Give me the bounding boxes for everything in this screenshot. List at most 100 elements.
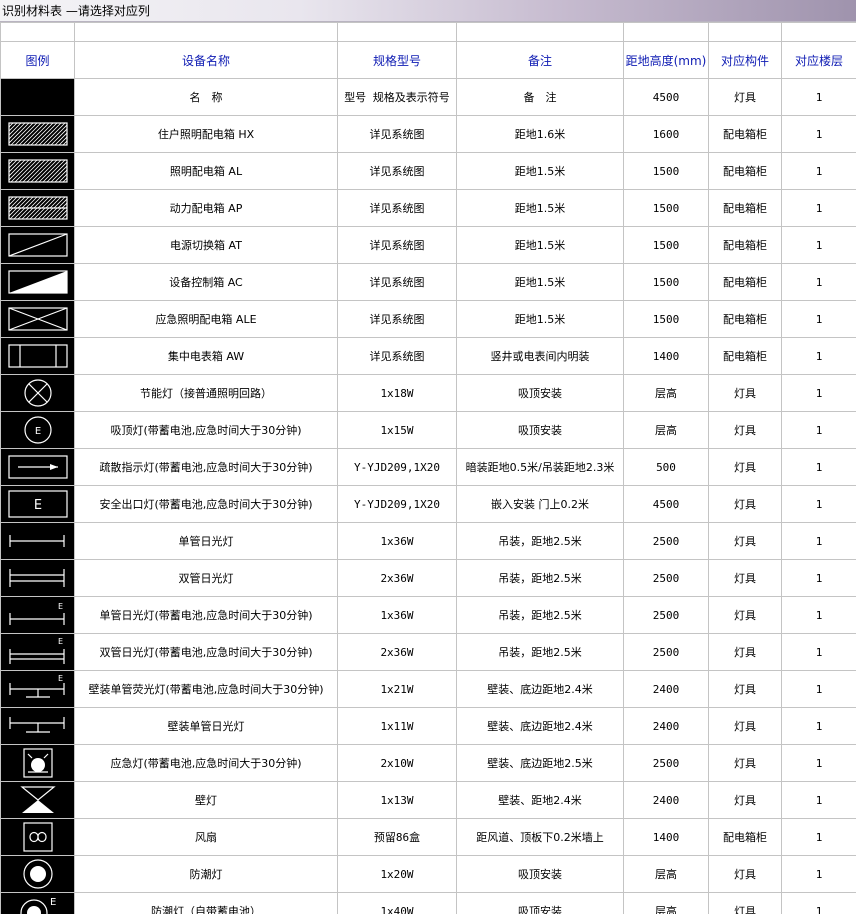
floor-cell[interactable]: 1 [781, 115, 856, 153]
remarks-cell[interactable]: 距地1.5米 [456, 226, 624, 264]
spec-cell[interactable]: 1x21W [337, 670, 457, 708]
height-cell[interactable]: 2400 [623, 670, 709, 708]
device-name-cell[interactable]: 应急照明配电箱 ALE [74, 300, 338, 338]
height-cell[interactable]: 2500 [623, 596, 709, 634]
legend-cell[interactable] [0, 448, 75, 486]
spec-cell[interactable]: 详见系统图 [337, 189, 457, 227]
device-name-cell[interactable]: 节能灯（接普通照明回路） [74, 374, 338, 412]
device-name-cell[interactable]: 设备控制箱 AC [74, 263, 338, 301]
column-selector-cell[interactable] [708, 22, 782, 42]
table-row[interactable]: 壁装单管日光灯 1x11W 壁装、底边距地2.4米 2400 灯具 1 [0, 707, 856, 745]
component-cell[interactable]: 配电箱柜 [708, 152, 782, 190]
component-cell[interactable]: 灯具 [708, 596, 782, 634]
component-cell[interactable]: 配电箱柜 [708, 226, 782, 264]
table-row[interactable]: 照明配电箱 AL 详见系统图 距地1.5米 1500 配电箱柜 1 [0, 152, 856, 190]
floor-cell[interactable]: 1 [781, 855, 856, 893]
spec-cell[interactable]: Y-YJD209,1X20 [337, 485, 457, 523]
legend-cell[interactable] [0, 300, 75, 338]
height-cell[interactable]: 1400 [623, 337, 709, 375]
legend-cell[interactable] [0, 115, 75, 153]
component-cell[interactable]: 配电箱柜 [708, 189, 782, 227]
floor-cell[interactable]: 1 [781, 189, 856, 227]
table-row[interactable]: 风扇 预留86盒 距风道、顶板下0.2米墙上 1400 配电箱柜 1 [0, 818, 856, 856]
height-cell[interactable]: 2500 [623, 744, 709, 782]
legend-cell[interactable]: E [0, 892, 75, 914]
floor-cell[interactable]: 1 [781, 374, 856, 412]
remarks-cell[interactable]: 竖井或电表间内明装 [456, 337, 624, 375]
column-selector-cell[interactable] [337, 22, 457, 42]
floor-cell[interactable]: 1 [781, 559, 856, 597]
legend-cell[interactable] [0, 522, 75, 560]
remarks-cell[interactable]: 备 注 [456, 78, 624, 116]
height-cell[interactable]: 2500 [623, 559, 709, 597]
component-cell[interactable]: 灯具 [708, 781, 782, 819]
height-cell[interactable]: 2500 [623, 522, 709, 560]
floor-cell[interactable]: 1 [781, 633, 856, 671]
legend-cell[interactable] [0, 189, 75, 227]
component-cell[interactable]: 灯具 [708, 707, 782, 745]
legend-cell[interactable] [0, 78, 75, 116]
remarks-cell[interactable]: 吊装，距地2.5米 [456, 559, 624, 597]
remarks-cell[interactable]: 吸顶安装 [456, 411, 624, 449]
height-cell[interactable]: 2400 [623, 781, 709, 819]
device-name-cell[interactable]: 安全出口灯(带蓄电池,应急时间大于30分钟) [74, 485, 338, 523]
header-height[interactable]: 距地高度(mm) [623, 41, 709, 79]
table-row[interactable]: 疏散指示灯(带蓄电池,应急时间大于30分钟) Y-YJD209,1X20 暗装距地0… [0, 448, 856, 486]
legend-cell[interactable] [0, 152, 75, 190]
remarks-cell[interactable]: 距地1.5米 [456, 189, 624, 227]
legend-cell[interactable] [0, 855, 75, 893]
column-selector-cell[interactable] [781, 22, 856, 42]
device-name-cell[interactable]: 吸顶灯(带蓄电池,应急时间大于30分钟) [74, 411, 338, 449]
device-name-cell[interactable]: 单管日光灯(带蓄电池,应急时间大于30分钟) [74, 596, 338, 634]
component-cell[interactable]: 灯具 [708, 892, 782, 914]
component-cell[interactable]: 灯具 [708, 522, 782, 560]
remarks-cell[interactable]: 暗装距地0.5米/吊装距地2.3米 [456, 448, 624, 486]
table-row[interactable]: 名 称型号 规格及表示符号备 注 4500 灯具 1 [0, 78, 856, 116]
remarks-cell[interactable]: 距风道、顶板下0.2米墙上 [456, 818, 624, 856]
spec-cell[interactable]: 1x36W [337, 596, 457, 634]
component-cell[interactable]: 配电箱柜 [708, 263, 782, 301]
component-cell[interactable]: 配电箱柜 [708, 115, 782, 153]
component-cell[interactable]: 灯具 [708, 633, 782, 671]
table-row[interactable]: 住户照明配电箱 HX 详见系统图 距地1.6米 1600 配电箱柜 1 [0, 115, 856, 153]
remarks-cell[interactable]: 吊装，距地2.5米 [456, 633, 624, 671]
table-row[interactable]: 动力配电箱 AP 详见系统图 距地1.5米 1500 配电箱柜 1 [0, 189, 856, 227]
remarks-cell[interactable]: 吸顶安装 [456, 855, 624, 893]
header-remarks[interactable]: 备注 [456, 41, 624, 79]
device-name-cell[interactable]: 双管日光灯 [74, 559, 338, 597]
device-name-cell[interactable]: 住户照明配电箱 HX [74, 115, 338, 153]
table-row[interactable]: 设备控制箱 AC 详见系统图 距地1.5米 1500 配电箱柜 1 [0, 263, 856, 301]
spec-cell[interactable]: 1x13W [337, 781, 457, 819]
device-name-cell[interactable]: 动力配电箱 AP [74, 189, 338, 227]
table-row[interactable]: E 壁装单管荧光灯(带蓄电池,应急时间大于30分钟) 1x21W 壁装、底边距地2.4… [0, 670, 856, 708]
spec-cell[interactable]: 型号 规格及表示符号 [337, 78, 457, 116]
floor-cell[interactable]: 1 [781, 670, 856, 708]
table-row[interactable]: E 双管日光灯(带蓄电池,应急时间大于30分钟) 2x36W 吊装，距地2.5米 250… [0, 633, 856, 671]
legend-cell[interactable]: E [0, 411, 75, 449]
header-device-name[interactable]: 设备名称 [74, 41, 338, 79]
floor-cell[interactable]: 1 [781, 781, 856, 819]
floor-cell[interactable]: 1 [781, 152, 856, 190]
remarks-cell[interactable]: 壁装、底边距地2.4米 [456, 670, 624, 708]
table-row[interactable]: 壁灯 1x13W 壁装、距地2.4米 2400 灯具 1 [0, 781, 856, 819]
spec-cell[interactable]: 2x36W [337, 633, 457, 671]
legend-cell[interactable] [0, 818, 75, 856]
spec-cell[interactable]: 详见系统图 [337, 226, 457, 264]
floor-cell[interactable]: 1 [781, 337, 856, 375]
height-cell[interactable]: 层高 [623, 411, 709, 449]
component-cell[interactable]: 配电箱柜 [708, 818, 782, 856]
remarks-cell[interactable]: 壁装、底边距地2.5米 [456, 744, 624, 782]
device-name-cell[interactable]: 壁装单管荧光灯(带蓄电池,应急时间大于30分钟) [74, 670, 338, 708]
height-cell[interactable]: 层高 [623, 374, 709, 412]
component-cell[interactable]: 灯具 [708, 670, 782, 708]
remarks-cell[interactable]: 吊装，距地2.5米 [456, 596, 624, 634]
column-selector-cell[interactable] [74, 22, 338, 42]
device-name-cell[interactable]: 应急灯(带蓄电池,应急时间大于30分钟) [74, 744, 338, 782]
spec-cell[interactable]: 详见系统图 [337, 115, 457, 153]
remarks-cell[interactable]: 吊装，距地2.5米 [456, 522, 624, 560]
table-row[interactable]: 应急灯(带蓄电池,应急时间大于30分钟) 2x10W 壁装、底边距地2.5米 2500… [0, 744, 856, 782]
spec-cell[interactable]: 1x18W [337, 374, 457, 412]
height-cell[interactable]: 1500 [623, 152, 709, 190]
table-row[interactable]: 电源切换箱 AT 详见系统图 距地1.5米 1500 配电箱柜 1 [0, 226, 856, 264]
height-cell[interactable]: 1500 [623, 300, 709, 338]
